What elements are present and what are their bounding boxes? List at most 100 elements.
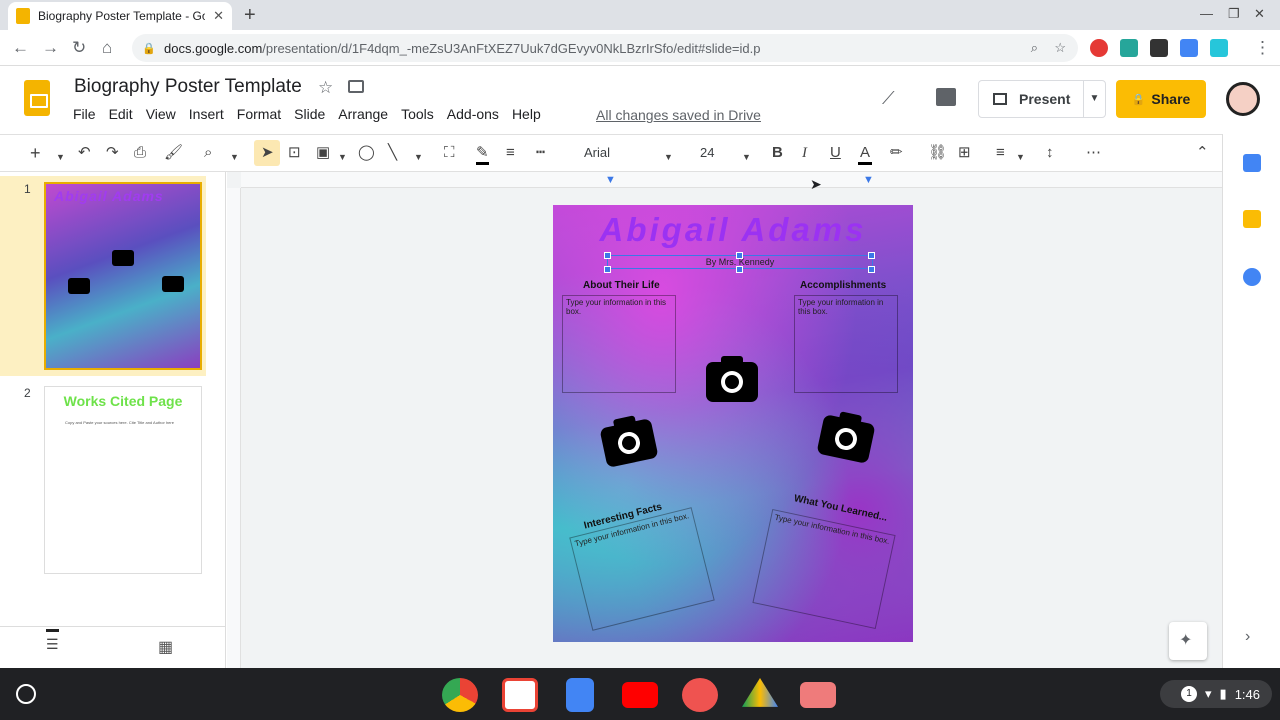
new-slide-icon[interactable]: +: [30, 144, 41, 162]
grid-view-icon[interactable]: ▦: [158, 637, 173, 657]
keep-icon[interactable]: [1243, 210, 1261, 228]
menu-format[interactable]: Format: [237, 106, 281, 122]
filmstrip-view-icon[interactable]: ☰: [46, 629, 59, 653]
about-textbox[interactable]: Type your information in this box.: [562, 295, 676, 393]
new-slide-dropdown-icon[interactable]: ▼: [56, 148, 65, 166]
line-icon[interactable]: ╲: [388, 144, 397, 162]
resize-handle[interactable]: [604, 266, 611, 273]
horizontal-ruler[interactable]: ▼ ▼: [241, 172, 1222, 188]
slide-canvas[interactable]: ▼ ▼ Abigail Adams By Mrs. Kennedy About …: [227, 172, 1222, 668]
line-spacing-icon[interactable]: ↕: [1046, 144, 1054, 162]
add-comment-icon[interactable]: ⊞: [958, 144, 971, 162]
text-color-icon[interactable]: A: [858, 144, 873, 165]
text-box-icon[interactable]: ⊡: [288, 144, 301, 162]
undo-icon[interactable]: ↶: [78, 144, 91, 162]
print-icon[interactable]: ⎙: [134, 144, 146, 162]
resize-handle[interactable]: [736, 252, 743, 259]
menu-help[interactable]: Help: [512, 106, 541, 122]
move-folder-icon[interactable]: [348, 80, 364, 93]
redo-icon[interactable]: ↷: [106, 144, 119, 162]
close-window-icon[interactable]: ✕: [1254, 6, 1265, 22]
right-indent-marker-icon[interactable]: ▼: [863, 174, 874, 186]
insert-link-icon[interactable]: ⛓: [928, 144, 947, 162]
new-tab-button[interactable]: +: [244, 4, 256, 27]
collapse-toolbar-icon[interactable]: ⌃: [1196, 144, 1209, 162]
activity-trend-icon[interactable]: ⟋: [882, 88, 895, 109]
font-select[interactable]: Arial: [584, 145, 610, 160]
camera-icon[interactable]: [599, 418, 659, 468]
paint-format-icon[interactable]: 🖌: [164, 144, 183, 162]
reload-icon[interactable]: ↻: [72, 38, 86, 58]
explore-button[interactable]: [1169, 622, 1207, 660]
home-icon[interactable]: ⌂: [102, 38, 112, 58]
menu-tools[interactable]: Tools: [401, 106, 434, 122]
about-heading[interactable]: About Their Life: [583, 280, 660, 291]
learned-textbox[interactable]: Type your information in this box.: [752, 508, 896, 630]
shape-icon[interactable]: ◯: [358, 144, 375, 162]
minimize-icon[interactable]: —: [1200, 6, 1213, 21]
chrome-icon[interactable]: [442, 678, 478, 712]
close-tab-icon[interactable]: ✕: [213, 8, 224, 24]
vertical-ruler[interactable]: [227, 188, 241, 668]
extension-icon[interactable]: [1180, 39, 1198, 57]
font-size-select[interactable]: 24: [700, 145, 714, 160]
border-color-icon[interactable]: ✎: [476, 144, 489, 165]
browser-tab[interactable]: Biography Poster Template - Goo ✕: [8, 2, 232, 30]
align-dropdown-icon[interactable]: ▼: [1016, 148, 1025, 166]
font-size-dropdown-icon[interactable]: ▼: [742, 148, 751, 166]
slide-thumbnail-1[interactable]: Abigail Adams: [44, 182, 202, 370]
resize-handle[interactable]: [604, 252, 611, 259]
youtube-icon[interactable]: [622, 682, 658, 708]
italic-icon[interactable]: I: [802, 144, 807, 162]
docs-icon[interactable]: [566, 678, 594, 712]
accomplishments-textbox[interactable]: Type your information in this box.: [794, 295, 898, 393]
menu-file[interactable]: File: [73, 106, 96, 122]
maximize-icon[interactable]: ❐: [1228, 6, 1240, 22]
play-movies-icon[interactable]: [682, 678, 718, 712]
more-options-icon[interactable]: ⋯: [1086, 144, 1101, 162]
resize-handle[interactable]: [868, 252, 875, 259]
line-dropdown-icon[interactable]: ▼: [414, 148, 423, 166]
slide-thumbnail-2[interactable]: Works Cited Page Copy and Paste your sou…: [44, 386, 202, 574]
extension-icon[interactable]: [1150, 39, 1168, 57]
resize-handle[interactable]: [736, 266, 743, 273]
fill-color-icon[interactable]: ⛶: [444, 144, 455, 162]
slide[interactable]: Abigail Adams By Mrs. Kennedy About Thei…: [553, 205, 913, 642]
comments-icon[interactable]: [936, 88, 956, 106]
camera-icon[interactable]: [816, 414, 876, 464]
browser-menu-icon[interactable]: ⋮: [1254, 38, 1271, 58]
image-icon[interactable]: ▣: [316, 144, 330, 162]
menu-edit[interactable]: Edit: [109, 106, 133, 122]
present-button[interactable]: Present ▼: [978, 80, 1106, 118]
document-title[interactable]: Biography Poster Template: [74, 76, 302, 98]
align-icon[interactable]: ≡: [996, 144, 1005, 162]
extension-icon[interactable]: [1090, 39, 1108, 57]
select-cursor-icon[interactable]: ➤: [261, 144, 274, 162]
resize-handle[interactable]: [868, 266, 875, 273]
system-tray[interactable]: 1 ▾ ▮ 1:46: [1160, 680, 1272, 708]
star-icon[interactable]: ☆: [318, 78, 333, 98]
back-icon[interactable]: ←: [12, 38, 29, 58]
tasks-icon[interactable]: [1243, 268, 1261, 286]
highlight-color-icon[interactable]: ✏: [890, 144, 903, 162]
left-indent-marker-icon[interactable]: ▼: [605, 174, 616, 186]
save-status-link[interactable]: All changes saved in Drive: [596, 107, 761, 123]
extension-icon[interactable]: [1210, 39, 1228, 57]
expand-panel-icon[interactable]: ›: [1245, 628, 1250, 646]
slide-title[interactable]: Abigail Adams: [553, 211, 913, 249]
slides-logo-icon[interactable]: [24, 80, 50, 116]
present-dropdown-icon[interactable]: ▼: [1083, 81, 1105, 117]
underline-icon[interactable]: U: [830, 144, 841, 162]
camera-icon[interactable]: [706, 356, 758, 402]
border-dash-icon[interactable]: ┅: [536, 144, 545, 162]
font-dropdown-icon[interactable]: ▼: [664, 148, 673, 166]
extension-icon[interactable]: [1120, 39, 1138, 57]
menu-addons[interactable]: Add-ons: [447, 106, 499, 122]
forward-icon[interactable]: →: [42, 38, 59, 58]
drive-icon[interactable]: [742, 678, 778, 707]
accomplishments-heading[interactable]: Accomplishments: [800, 280, 886, 291]
screencast-icon[interactable]: [800, 682, 836, 708]
account-avatar[interactable]: [1226, 82, 1260, 116]
calendar-icon[interactable]: [1243, 154, 1261, 172]
menu-arrange[interactable]: Arrange: [338, 106, 388, 122]
